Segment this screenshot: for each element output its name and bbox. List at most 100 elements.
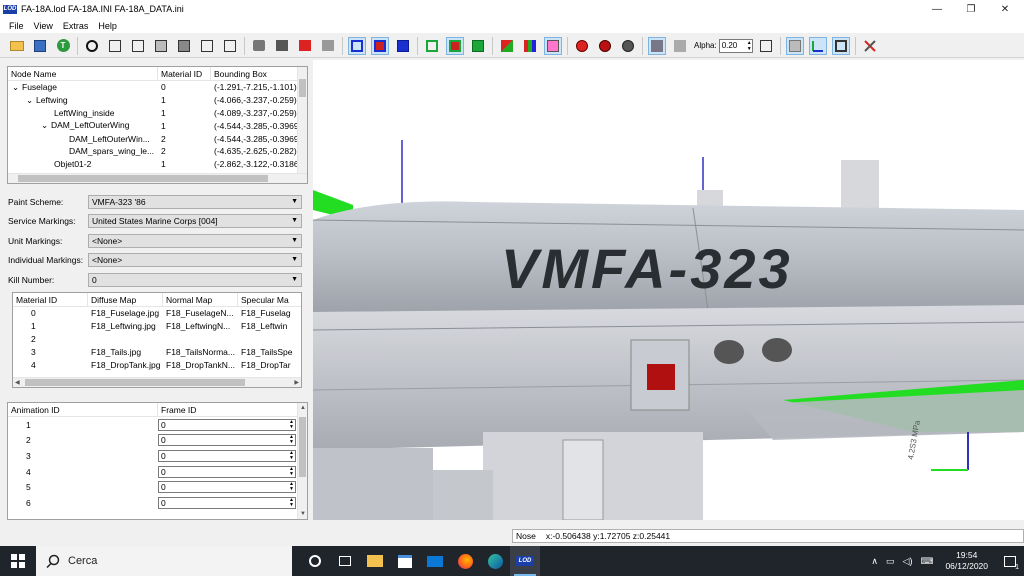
file-explorer-icon[interactable] bbox=[360, 546, 390, 576]
tree-row[interactable]: DAM_LeftOuterWin... 2 (-4.544,-3.285,-0.… bbox=[8, 132, 307, 145]
expand-chevron-icon[interactable]: ⌄ bbox=[12, 82, 22, 93]
spin-updown-icon[interactable]: ▲ ▼ bbox=[289, 450, 294, 461]
frame-id-spinbox[interactable]: 0 ▲ ▼ bbox=[158, 481, 296, 494]
column-header-diffuse-map[interactable]: Diffuse Map bbox=[88, 293, 163, 307]
spin-updown-icon[interactable]: ▲ ▼ bbox=[289, 497, 294, 508]
solid-grey-cube-icon[interactable] bbox=[250, 37, 268, 55]
cortana-icon[interactable] bbox=[300, 546, 330, 576]
spin-updown-icon[interactable]: ▲ ▼ bbox=[289, 482, 294, 492]
clock[interactable]: 19:54 06/12/2020 bbox=[945, 550, 988, 572]
red-cube-icon[interactable] bbox=[296, 37, 314, 55]
wire-cube-top-icon[interactable] bbox=[152, 37, 170, 55]
multicolor-cube-icon[interactable] bbox=[498, 37, 516, 55]
ladybug-red-icon[interactable] bbox=[573, 37, 591, 55]
firefox-icon[interactable] bbox=[450, 546, 480, 576]
blue-solid-cube-icon[interactable] bbox=[394, 37, 412, 55]
close-button[interactable]: ✕ bbox=[988, 0, 1022, 18]
green-wire-cube-icon[interactable] bbox=[423, 37, 441, 55]
individual-markings-dropdown[interactable]: <None> ▼ bbox=[88, 253, 302, 267]
expand-chevron-icon[interactable]: ⌄ bbox=[41, 120, 51, 131]
wire-cube-front-icon[interactable] bbox=[106, 37, 124, 55]
bounding-box-icon[interactable] bbox=[831, 36, 850, 55]
menu-view[interactable]: View bbox=[29, 21, 58, 31]
unit-markings-dropdown[interactable]: <None> ▼ bbox=[88, 234, 302, 248]
node-tree-hscrollbar[interactable] bbox=[8, 173, 307, 183]
taskbar-search[interactable]: Cerca bbox=[36, 546, 292, 576]
materials-hscrollbar[interactable]: ◀ ▶ bbox=[13, 377, 301, 387]
table-row[interactable]: 4 F18_DropTank.jpg F18_DropTankN... F18_Dro… bbox=[13, 358, 301, 371]
frame-id-spinbox[interactable]: 0 ▲ ▼ bbox=[158, 418, 296, 431]
tree-row[interactable]: ⌄ DAM_LeftOuterWing 1 (-4.544,-3.285,-0.3… bbox=[8, 119, 307, 132]
spin-updown-icon[interactable]: ▲ ▼ bbox=[747, 40, 752, 52]
service-markings-dropdown[interactable]: United States Marine Corps [004] ▼ bbox=[88, 214, 302, 228]
volume-icon[interactable]: ◁) bbox=[903, 556, 913, 567]
transparency-cube-icon[interactable] bbox=[648, 36, 666, 55]
table-row[interactable]: 2 bbox=[13, 333, 301, 346]
language-icon[interactable]: ⌨ bbox=[920, 556, 933, 567]
network-icon[interactable]: ▭ bbox=[886, 556, 895, 567]
outline-cube-icon[interactable] bbox=[757, 37, 775, 55]
column-header-material-id[interactable]: Material ID bbox=[13, 293, 88, 307]
wire-cube-right-icon[interactable] bbox=[221, 37, 239, 55]
spin-updown-icon[interactable]: ▲ ▼ bbox=[289, 435, 294, 445]
green-solid-cube-icon[interactable] bbox=[469, 37, 487, 55]
paint-scheme-dropdown[interactable]: VMFA-323 '86 ▼ bbox=[88, 195, 302, 209]
3d-viewport[interactable]: VMFA-323 4.2S3 MPa bbox=[313, 60, 1024, 520]
spin-updown-icon[interactable]: ▲ ▼ bbox=[289, 419, 294, 430]
menu-extras[interactable]: Extras bbox=[58, 21, 94, 31]
frame-id-spinbox[interactable]: 0 ▲ ▼ bbox=[158, 465, 296, 478]
wire-cube-back-icon[interactable] bbox=[175, 37, 193, 55]
taskbar-app-lod[interactable]: LOD bbox=[510, 546, 540, 576]
column-header-normal-map[interactable]: Normal Map bbox=[163, 293, 238, 307]
ladybug-red-dark-icon[interactable] bbox=[596, 37, 614, 55]
texture-t-icon[interactable]: T bbox=[54, 37, 72, 55]
table-row[interactable]: 3 F18_Tails.jpg F18_TailsNorma... F18_Tails… bbox=[13, 345, 301, 358]
wire-cube-side-icon[interactable] bbox=[129, 37, 147, 55]
menu-help[interactable]: Help bbox=[93, 21, 122, 31]
tree-row[interactable]: LeftWing_inside 1 (-4.089,-3.237,-0.259) bbox=[8, 107, 307, 120]
column-header-bounding-box[interactable]: Bounding Box bbox=[211, 67, 297, 81]
frame-id-spinbox[interactable]: 0 ▲ ▼ bbox=[158, 496, 296, 509]
minimize-button[interactable]: — bbox=[920, 0, 954, 18]
spin-updown-icon[interactable]: ▲ ▼ bbox=[289, 466, 294, 477]
axes-icon[interactable] bbox=[808, 36, 827, 55]
blue-red-cube-icon[interactable] bbox=[371, 36, 389, 55]
solid-dark-cube-icon[interactable] bbox=[273, 37, 291, 55]
column-header-frame-id[interactable]: Frame ID bbox=[158, 403, 298, 417]
table-row[interactable]: 0 F18_Fuselage.jpg F18_FuselageN... F18_Fus… bbox=[13, 307, 301, 320]
tree-row[interactable]: Objet01-2 1 (-2.862,-3.122,-0.3186 bbox=[8, 158, 307, 171]
tree-row[interactable]: DAM_spars_wing_le... 2 (-4.635,-2.625,-0… bbox=[8, 145, 307, 158]
open-folder-icon[interactable] bbox=[8, 37, 26, 55]
rgb-cube-icon[interactable] bbox=[521, 37, 539, 55]
tree-row[interactable]: ⌄ Fuselage 0 (-1.291,-7.215,-1.101) bbox=[8, 81, 307, 94]
table-row[interactable]: 1 F18_Leftwing.jpg F18_LeftwingN... F18_Lef… bbox=[13, 320, 301, 333]
save-icon[interactable] bbox=[31, 37, 49, 55]
crosshair-icon[interactable] bbox=[83, 37, 101, 55]
light-cube-icon[interactable] bbox=[319, 37, 337, 55]
menu-file[interactable]: File bbox=[4, 21, 29, 31]
kill-number-dropdown[interactable]: 0 ▼ bbox=[88, 273, 302, 287]
frame-id-spinbox[interactable]: 0 ▲ ▼ bbox=[158, 434, 296, 447]
mail-icon[interactable] bbox=[420, 546, 450, 576]
edge-icon[interactable] bbox=[480, 546, 510, 576]
bug-grey-icon[interactable] bbox=[619, 37, 637, 55]
axis-cube-icon[interactable] bbox=[544, 36, 562, 55]
column-header-node-name[interactable]: Node Name bbox=[8, 67, 158, 81]
blue-wire-cube-icon[interactable] bbox=[348, 36, 366, 55]
animations-vscrollbar[interactable]: ▲ ▼ bbox=[297, 403, 307, 519]
column-header-material-id[interactable]: Material ID bbox=[158, 67, 211, 81]
store-icon[interactable] bbox=[390, 546, 420, 576]
column-header-specular-map[interactable]: Specular Ma bbox=[238, 293, 293, 307]
alpha-cube-icon[interactable] bbox=[671, 37, 689, 55]
maximize-button[interactable]: ❐ bbox=[954, 0, 988, 18]
green-red-cube-icon[interactable] bbox=[446, 36, 464, 55]
expand-chevron-icon[interactable]: ⌄ bbox=[26, 95, 36, 106]
start-button[interactable] bbox=[0, 546, 36, 576]
tools-icon[interactable] bbox=[861, 37, 879, 55]
column-header-animation-id[interactable]: Animation ID bbox=[8, 403, 158, 417]
notification-center-icon[interactable]: 1 bbox=[996, 546, 1024, 576]
task-view-icon[interactable] bbox=[330, 546, 360, 576]
alpha-spinbox[interactable]: 0.20 ▲ ▼ bbox=[718, 38, 753, 53]
chevron-up-icon[interactable]: ∧ bbox=[871, 556, 878, 567]
wire-cube-left-icon[interactable] bbox=[198, 37, 216, 55]
